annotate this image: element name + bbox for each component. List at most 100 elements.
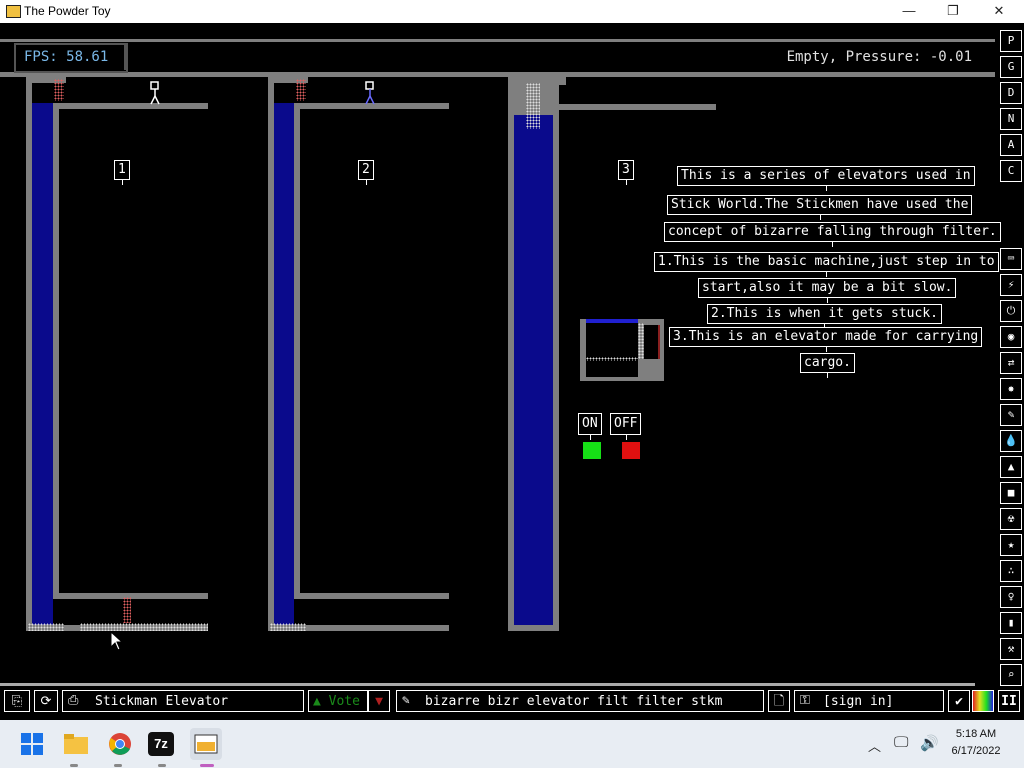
os-taskbar: 7z ︿ 🖵 🔊 5:18 AM 6/17/2022	[0, 720, 1024, 768]
cargo-box-bottom	[586, 363, 638, 377]
maximize-button[interactable]: ❐	[930, 0, 976, 23]
elevator2-right-wall	[294, 103, 300, 597]
save-doc-icon: ⎙	[68, 693, 79, 708]
windows-start-icon[interactable]	[16, 728, 48, 760]
open-save-icon[interactable]: ⎘	[4, 690, 30, 712]
liquid-icon[interactable]: 💧	[1000, 430, 1022, 452]
mouse-cursor-icon	[110, 631, 124, 651]
stickman-blue-icon	[365, 81, 375, 105]
7zip-running-indicator	[158, 764, 166, 767]
desc-line-3[interactable]: concept of bizarre falling through filte…	[664, 222, 1001, 247]
hud-divider	[124, 44, 126, 70]
new-simulation-icon[interactable]: 🗋	[768, 690, 790, 712]
particles-icon[interactable]: ∴	[1000, 560, 1022, 582]
vote-up-button[interactable]: ▲ Vote	[308, 690, 368, 712]
off-switch[interactable]	[622, 442, 640, 459]
fps-display: FPS: 58.61	[14, 43, 128, 73]
elevator2-bottom-ledge	[294, 593, 449, 599]
menu-button-d[interactable]: D	[1000, 82, 1022, 104]
menu-button-g[interactable]: G	[1000, 56, 1022, 78]
menu-button-p[interactable]: P	[1000, 30, 1022, 52]
on-switch[interactable]	[583, 442, 601, 459]
powder-icon[interactable]: ▲	[1000, 456, 1022, 478]
simulation-canvas[interactable]: FPS: 58.61 Empty, Pressure: -0.01 1 2 3 …	[0, 23, 1024, 720]
tools-icon[interactable]: ⚒	[1000, 638, 1022, 660]
elevator1-right-wall	[53, 103, 59, 597]
vote-label: Vote	[328, 694, 360, 709]
elevator1-floor-filter	[28, 623, 64, 631]
desc-line-6[interactable]: 2.This is when it gets stuck.	[707, 304, 942, 329]
save-icon[interactable]: ▮	[1000, 612, 1022, 634]
pen-icon[interactable]: ✎	[1000, 404, 1022, 426]
desc-line-8[interactable]: cargo.	[800, 353, 855, 378]
window-title: The Powder Toy	[24, 4, 111, 18]
clock-date[interactable]: 6/17/2022	[946, 745, 1006, 757]
elevator3-filter	[526, 83, 540, 129]
close-button[interactable]: ✕	[976, 0, 1022, 23]
settings-icon[interactable]: ✔	[948, 690, 970, 712]
desc-line-5[interactable]: start,also it may be a bit slow.	[698, 278, 957, 303]
force-icon[interactable]: ⇄	[1000, 352, 1022, 374]
elevator1-filter	[54, 79, 64, 101]
menu-button-a[interactable]: A	[1000, 134, 1022, 156]
desc-line-1[interactable]: This is a series of elevators used in	[677, 166, 975, 191]
power-icon[interactable]: ⏻	[1000, 300, 1022, 322]
cargo-box-side	[644, 325, 660, 359]
network-icon[interactable]: 🖵	[894, 734, 908, 751]
explosive-icon[interactable]: ✸	[1000, 378, 1022, 400]
sign-elevator-3[interactable]: 3	[618, 160, 634, 185]
keyboard-icon[interactable]: ⌨	[1000, 248, 1022, 270]
desc-line-4[interactable]: 1.This is the basic machine,just step in…	[654, 252, 999, 277]
solid-icon[interactable]: ■	[1000, 482, 1022, 504]
clock-time[interactable]: 5:18 AM	[946, 728, 1006, 740]
save-title-button[interactable]: Stickman Elevator	[62, 690, 304, 712]
elevator1-drop-filter	[123, 597, 131, 623]
cargo-box-water	[586, 319, 638, 323]
sign-in-button[interactable]: [sign in]	[794, 690, 944, 712]
file-explorer-icon[interactable]	[60, 728, 92, 760]
search-icon[interactable]: ⌕	[1000, 664, 1022, 686]
elevator1-top-ledge	[53, 103, 208, 109]
menu-button-n[interactable]: N	[1000, 108, 1022, 130]
elevator3-right-wall	[553, 77, 559, 631]
tags-button[interactable]: bizarre bizr elevator filt filter stkm	[396, 690, 764, 712]
volume-icon[interactable]: 🔊	[920, 734, 939, 752]
plug-icon[interactable]: ⚡	[1000, 274, 1022, 296]
special-icon[interactable]: ★	[1000, 534, 1022, 556]
elevator1-water	[32, 103, 53, 625]
radioactive-icon[interactable]: ☢	[1000, 508, 1022, 530]
reload-icon[interactable]: ⟳	[34, 690, 58, 712]
menu-button-c[interactable]: C	[1000, 160, 1022, 182]
vote-down-button[interactable]: ▼	[368, 690, 390, 712]
cargo-box-filter	[638, 323, 644, 359]
sign-elevator-2[interactable]: 2	[358, 160, 374, 185]
off-sign[interactable]: OFF	[610, 413, 642, 440]
renderer-icon[interactable]	[972, 690, 994, 712]
elevator1-floor-grate	[80, 623, 208, 631]
chevron-up-icon[interactable]: ︿	[868, 736, 881, 755]
elevator2-floor-filter	[270, 623, 306, 631]
desc-line-2[interactable]: Stick World.The Stickmen have used the	[667, 195, 973, 220]
elevator3-water	[514, 115, 553, 625]
on-sign[interactable]: ON	[578, 413, 602, 440]
minimize-button[interactable]: —	[886, 0, 932, 23]
desc-line-7[interactable]: 3.This is an elevator made for carrying	[669, 327, 983, 352]
canvas-bottom-border	[0, 683, 975, 686]
chrome-icon[interactable]	[104, 728, 136, 760]
app-icon	[6, 5, 21, 18]
7zip-icon[interactable]: 7z	[148, 732, 174, 756]
pause-button[interactable]: II	[998, 690, 1020, 712]
life-icon[interactable]: ♀	[1000, 586, 1022, 608]
key-icon: ⚿	[800, 693, 810, 708]
status-display: Empty, Pressure: -0.01	[786, 49, 972, 65]
sign-in-label: [sign in]	[823, 694, 894, 709]
hud-bottom-border	[0, 72, 995, 77]
hud-top-border	[0, 39, 995, 42]
sign-elevator-1[interactable]: 1	[114, 160, 130, 185]
powder-toy-icon[interactable]	[190, 728, 222, 760]
active-app-indicator	[200, 764, 214, 767]
tags-label: bizarre bizr elevator filt filter stkm	[425, 694, 723, 709]
stickman-icon	[150, 81, 160, 105]
elevator2-filter	[296, 79, 306, 101]
sensor-icon[interactable]: ◉	[1000, 326, 1022, 348]
